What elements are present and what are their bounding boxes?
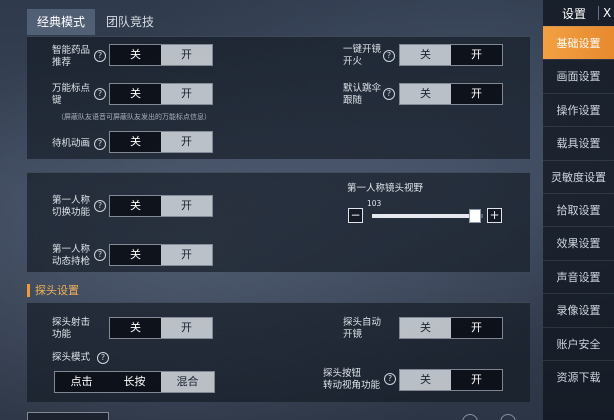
tab-team-deathmatch[interactable]: 团队竞技: [95, 9, 165, 35]
bottom-round-button[interactable]: [500, 414, 516, 420]
sidebar-item-pickup[interactable]: 拾取设置: [543, 193, 614, 226]
sidebar-title: 设置: [562, 6, 587, 21]
marker-toggle: 关 开: [109, 83, 213, 105]
peek-button-label: 探头按钮 转动视角功能: [323, 368, 381, 391]
smart-med-label: 智能药品 推荐: [52, 45, 91, 68]
scope-fire-on[interactable]: 开: [451, 45, 502, 65]
sidebar-header: 设置 X: [543, 0, 614, 26]
peek-mode-hold[interactable]: 长按: [108, 372, 161, 392]
sidebar-item-sensitivity[interactable]: 灵敏度设置: [543, 159, 614, 193]
close-icon[interactable]: X: [598, 6, 611, 20]
peek-settings-panel: 探头射击 功能 关 开 探头模式 ? 点击 长按 混合 探头自动 开镜 关 开 探头…: [27, 302, 530, 402]
idle-anim-toggle: 关 开: [109, 131, 213, 153]
peek-mode-mixed[interactable]: 混合: [161, 372, 214, 392]
help-icon[interactable]: ?: [384, 373, 396, 385]
default-jump-off[interactable]: 关: [400, 84, 451, 104]
fov-slider-handle[interactable]: [469, 209, 482, 223]
marker-off[interactable]: 关: [110, 84, 161, 104]
default-jump-toggle: 关 开: [399, 83, 503, 105]
smart-med-on[interactable]: 开: [161, 45, 212, 65]
peek-mode-tap[interactable]: 点击: [55, 372, 108, 392]
smart-med-off[interactable]: 关: [110, 45, 161, 65]
tab-classic[interactable]: 经典模式: [27, 9, 95, 35]
sidebar-item-controls[interactable]: 操作设置: [543, 92, 614, 126]
fpp-switch-on[interactable]: 开: [161, 196, 212, 216]
fov-fill: [372, 214, 476, 218]
help-icon[interactable]: ?: [97, 352, 109, 364]
fov-plus-button[interactable]: +: [487, 208, 502, 223]
fpp-dynamic-off[interactable]: 关: [110, 245, 161, 265]
peek-mode-label: 探头模式: [52, 352, 91, 363]
sidebar-item-basic[interactable]: 基础设置: [543, 26, 614, 59]
sidebar-item-effects[interactable]: 效果设置: [543, 226, 614, 259]
marker-on[interactable]: 开: [161, 84, 212, 104]
help-icon[interactable]: ?: [94, 138, 106, 150]
scope-fire-off[interactable]: 关: [400, 45, 451, 65]
help-icon[interactable]: ?: [94, 200, 106, 212]
default-jump-on[interactable]: 开: [451, 84, 502, 104]
idle-anim-label: 待机动画: [52, 138, 91, 149]
fpp-dynamic-label: 第一人称 动态持枪: [52, 244, 91, 267]
peek-button-off[interactable]: 关: [400, 370, 451, 390]
scope-fire-label: 一键开镜 开火: [343, 44, 382, 67]
fpp-dynamic-on[interactable]: 开: [161, 245, 212, 265]
peek-auto-scope-label: 探头自动 开镜: [343, 317, 382, 340]
sidebar-item-account[interactable]: 账户安全: [543, 326, 614, 360]
section-title-peek: 探头设置: [27, 284, 79, 297]
mode-tabs: 经典模式 团队竞技: [27, 9, 165, 35]
fpp-switch-toggle: 关 开: [109, 195, 213, 217]
scope-fire-toggle: 关 开: [399, 44, 503, 66]
fpp-switch-label: 第一人称 切换功能: [52, 195, 91, 218]
fpp-switch-off[interactable]: 关: [110, 196, 161, 216]
peek-button-toggle: 关 开: [399, 369, 503, 391]
peek-shoot-on[interactable]: 开: [161, 318, 212, 338]
idle-anim-off[interactable]: 关: [110, 132, 161, 152]
fov-track[interactable]: [372, 209, 483, 223]
bottom-button[interactable]: [27, 412, 109, 420]
sidebar-item-download[interactable]: 资源下载: [543, 360, 614, 393]
peek-shoot-label: 探头射击 功能: [52, 317, 91, 340]
help-icon[interactable]: ?: [94, 50, 106, 62]
settings-sidebar: 设置 X 基础设置 画面设置 操作设置 载具设置 灵敏度设置 拾取设置 效果设置 声音设置 录像…: [543, 0, 614, 420]
default-jump-label: 默认跳伞 跟随: [343, 83, 382, 106]
peek-shoot-toggle: 关 开: [109, 317, 213, 339]
peek-auto-scope-toggle: 关 开: [399, 317, 503, 339]
marker-label: 万能标点键: [52, 83, 91, 106]
peek-auto-scope-off[interactable]: 关: [400, 318, 451, 338]
peek-mode-selector: 点击 长按 混合: [54, 371, 215, 393]
help-icon[interactable]: ?: [383, 88, 395, 100]
sidebar-item-graphics[interactable]: 画面设置: [543, 59, 614, 92]
sidebar-item-vehicle[interactable]: 载具设置: [543, 126, 614, 159]
general-settings-panel: 智能药品 推荐 ? 关 开 万能标点键 ? 关 开 （屏蔽队友语音可屏蔽队友发出的…: [27, 36, 530, 159]
bottom-round-button[interactable]: [462, 414, 478, 420]
help-icon[interactable]: ?: [383, 50, 395, 62]
sidebar-item-audio[interactable]: 声音设置: [543, 259, 614, 293]
fov-label: 第一人称镜头视野: [347, 183, 424, 194]
fpp-dynamic-toggle: 关 开: [109, 244, 213, 266]
idle-anim-on[interactable]: 开: [161, 132, 212, 152]
smart-med-toggle: 关 开: [109, 44, 213, 66]
peek-auto-scope-on[interactable]: 开: [451, 318, 502, 338]
peek-button-on[interactable]: 开: [451, 370, 502, 390]
fov-minus-button[interactable]: −: [348, 208, 363, 223]
fov-slider: − +: [346, 208, 502, 224]
marker-note: （屏蔽队友语音可屏蔽队友发出的万能标点信息）: [57, 113, 211, 121]
help-icon[interactable]: ?: [94, 249, 106, 261]
peek-shoot-off[interactable]: 关: [110, 318, 161, 338]
sidebar-item-replay[interactable]: 录像设置: [543, 293, 614, 326]
help-icon[interactable]: ?: [94, 88, 106, 100]
